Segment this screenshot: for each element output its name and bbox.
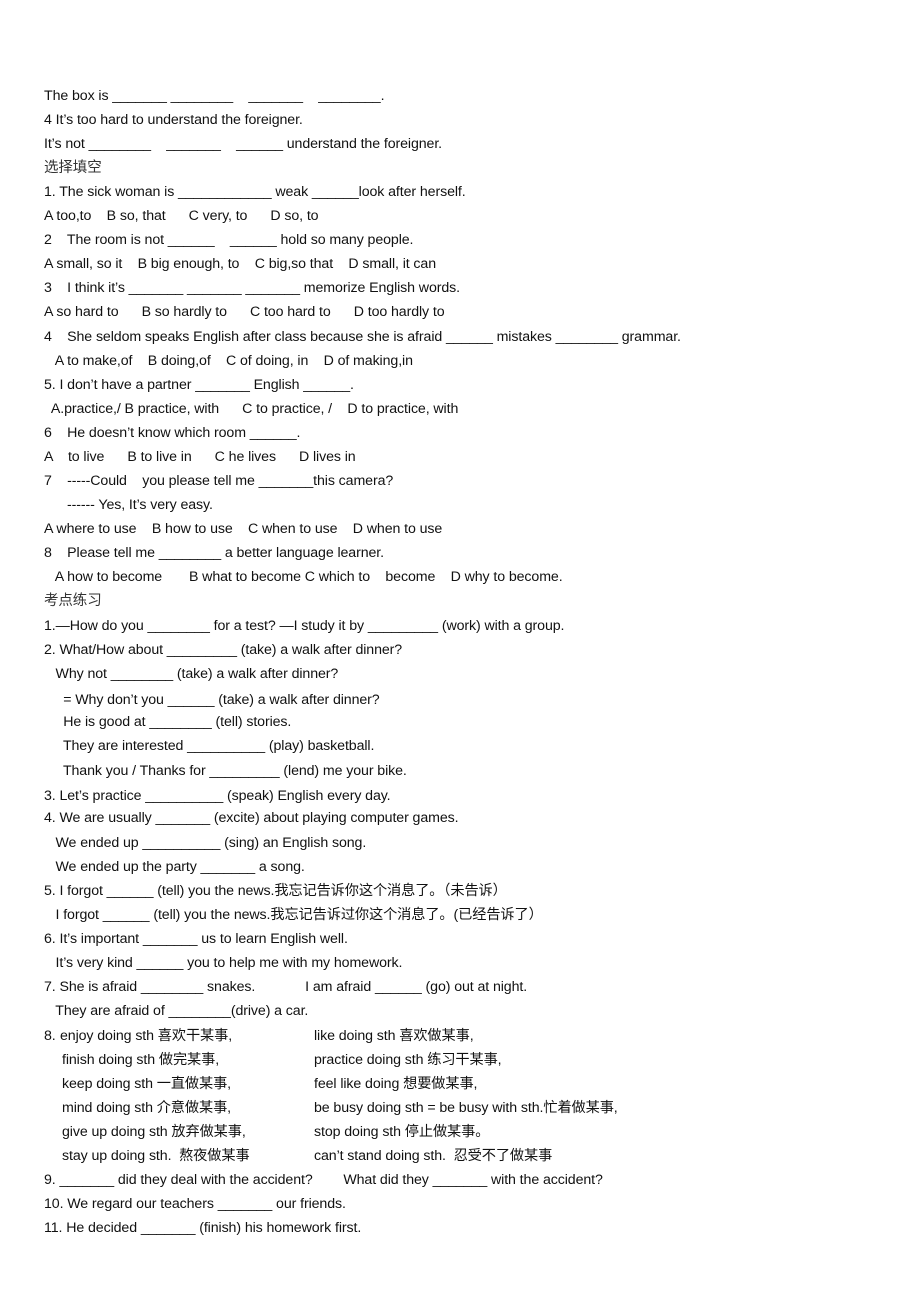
- exercise-line: 3. Let’s practice __________ (speak) Eng…: [44, 788, 391, 804]
- exercise-line: 4 She seldom speaks English after class …: [44, 329, 681, 345]
- exercise-line: 10. We regard our teachers _______ our f…: [44, 1196, 346, 1212]
- exercise-line: A to live B to live in C he lives D live…: [44, 449, 356, 465]
- exercise-line: A small, so it B big enough, to C big,so…: [44, 256, 437, 272]
- exercise-line: We ended up the party _______ a song.: [44, 859, 305, 875]
- exercise-line: A to make,of B doing,of C of doing, in D…: [44, 353, 413, 369]
- exercise-line: 2. What/How about _________ (take) a wal…: [44, 642, 403, 658]
- exercise-line: 6. It’s important _______ us to learn En…: [44, 931, 348, 947]
- phrase-left: stay up doing sth. 熬夜做某事: [62, 1148, 250, 1164]
- phrase-left: keep doing sth 一直做某事,: [62, 1076, 232, 1092]
- phrase-left: finish doing sth 做完某事,: [62, 1052, 220, 1068]
- section-heading: 考点练习: [44, 593, 102, 609]
- exercise-line: 4. We are usually _______ (excite) about…: [44, 810, 459, 826]
- exercise-line: It’s not ________ _______ ______ underst…: [44, 136, 443, 152]
- exercise-line: ------ Yes, It’s very easy.: [44, 497, 213, 513]
- exercise-line: 7. She is afraid ________ snakes. I am a…: [44, 979, 528, 995]
- exercise-line: Thank you / Thanks for _________ (lend) …: [44, 763, 407, 779]
- phrase-right: be busy doing sth = be busy with sth.忙着做…: [314, 1100, 618, 1116]
- exercise-line: They are interested __________ (play) ba…: [44, 738, 375, 754]
- phrase-left: enjoy doing sth 喜欢干某事,: [60, 1028, 233, 1044]
- document-page: The box is _______ ________ _______ ____…: [0, 0, 920, 1302]
- exercise-line: 7 -----Could you please tell me _______t…: [44, 473, 394, 489]
- exercise-line: It’s very kind ______ you to help me wit…: [44, 955, 403, 971]
- exercise-line: 5. I forgot ______ (tell) you the news.我…: [44, 883, 507, 899]
- exercise-line: 9. _______ did they deal with the accide…: [44, 1172, 603, 1188]
- phrase-right: like doing sth 喜欢做某事,: [314, 1028, 474, 1044]
- exercise-line: He is good at ________ (tell) stories.: [44, 714, 292, 730]
- phrase-list-number: 8.: [44, 1028, 56, 1044]
- exercise-line: A too,to B so, that C very, to D so, to: [44, 208, 319, 224]
- exercise-line: 5. I don’t have a partner _______ Englis…: [44, 377, 354, 393]
- exercise-line: The box is _______ ________ _______ ____…: [44, 88, 385, 104]
- exercise-line: 2 The room is not ______ ______ hold so …: [44, 232, 414, 248]
- exercise-line: A so hard to B so hardly to C too hard t…: [44, 304, 445, 320]
- exercise-line: 11. He decided _______ (finish) his home…: [44, 1220, 362, 1236]
- exercise-line: 3 I think it’s _______ _______ _______ m…: [44, 280, 460, 296]
- phrase-right: can’t stand doing sth. 忍受不了做某事: [314, 1148, 553, 1164]
- phrase-left: mind doing sth 介意做某事,: [62, 1100, 231, 1116]
- exercise-line: A.practice,/ B practice, with C to pract…: [44, 401, 459, 417]
- exercise-line: They are afraid of ________(drive) a car…: [44, 1003, 309, 1019]
- exercise-line: A where to use B how to use C when to us…: [44, 521, 443, 537]
- phrase-right: feel like doing 想要做某事,: [314, 1076, 478, 1092]
- phrase-right: practice doing sth 练习干某事,: [314, 1052, 502, 1068]
- exercise-line: = Why don’t you ______ (take) a walk aft…: [44, 692, 380, 708]
- exercise-line: 1.—How do you ________ for a test? —I st…: [44, 618, 565, 634]
- exercise-line: A how to become B what to become C which…: [44, 569, 563, 585]
- exercise-line: We ended up __________ (sing) an English…: [44, 835, 367, 851]
- exercise-line: 6 He doesn’t know which room ______.: [44, 425, 301, 441]
- exercise-line: I forgot ______ (tell) you the news.我忘记告…: [44, 907, 543, 923]
- exercise-line: 4 It’s too hard to understand the foreig…: [44, 112, 303, 128]
- exercise-line: 1. The sick woman is ____________ weak _…: [44, 184, 466, 200]
- section-heading: 选择填空: [44, 160, 102, 176]
- phrase-left: give up doing sth 放弃做某事,: [62, 1124, 246, 1140]
- exercise-line: Why not ________ (take) a walk after din…: [44, 666, 339, 682]
- exercise-line: 8 Please tell me ________ a better langu…: [44, 545, 384, 561]
- phrase-right: stop doing sth 停止做某事。: [314, 1124, 490, 1140]
